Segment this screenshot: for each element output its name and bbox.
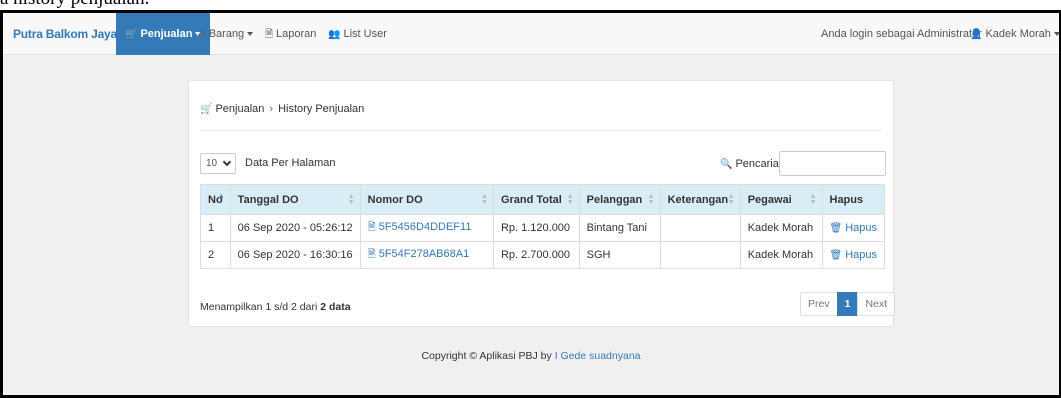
- footer-author-link[interactable]: I Gede suadnyana: [555, 350, 641, 362]
- user-icon: 👤: [970, 29, 983, 40]
- chevron-down-icon: [222, 157, 232, 167]
- page-length-value: 10: [206, 158, 218, 169]
- trash-icon: 🗑: [829, 223, 843, 234]
- navbar: Putra Balkom Jaya 🛒 Penjualan ◇ Barang 🗎 La…: [3, 13, 1059, 55]
- history-panel: 🛒 Penjualan › History Penjualan 10 Data Per…: [188, 80, 896, 327]
- page-length-select[interactable]: 10: [200, 153, 236, 174]
- divider: [200, 130, 882, 131]
- prev-page-button[interactable]: Prev: [800, 292, 838, 316]
- search-icon: 🔍: [720, 159, 733, 170]
- cell-hapus: 🗑 Hapus: [821, 214, 885, 242]
- column-header-pegawai[interactable]: Pegawai ▲ ▼: [739, 184, 823, 215]
- breadcrumb-current: History Penjualan: [278, 103, 365, 115]
- sort-icon: ▲ ▼: [647, 193, 655, 206]
- sort-icon: ▲ ▼: [566, 193, 574, 206]
- next-page-button[interactable]: Next: [857, 292, 896, 316]
- breadcrumb-separator-icon: ›: [269, 103, 274, 115]
- nav-barang-dropdown[interactable]: ◇ Barang: [198, 13, 254, 55]
- cell-grand-total: Rp. 2.700.000: [492, 241, 580, 269]
- nav-penjualan-dropdown[interactable]: 🛒 Penjualan: [116, 13, 211, 55]
- sort-icon: ▲ ▼: [727, 193, 735, 206]
- page-1-button[interactable]: 1: [836, 292, 859, 316]
- nav-penjualan-label: Penjualan: [140, 28, 193, 40]
- table-row: 1 06 Sep 2020 - 05:26:12 🗎 5F5456D4DDEF11…: [200, 214, 885, 242]
- footer: Copyright © Aplikasi PBJ by I Gede suadn…: [3, 350, 1059, 362]
- brand-link[interactable]: Putra Balkom Jaya: [13, 13, 117, 55]
- cell-no: 1: [200, 214, 231, 242]
- cell-pelanggan: Bintang Tani: [578, 214, 661, 242]
- sort-icon: ▲ ▼: [481, 193, 488, 206]
- cell-tanggal: 06 Sep 2020 - 05:26:12: [229, 214, 361, 242]
- cell-pelanggan: SGH: [578, 241, 661, 269]
- login-status-text: Anda login sebagai Administrator: [821, 28, 982, 40]
- sort-icon: ▲ ▼: [347, 193, 355, 206]
- cell-pegawai: Kadek Morah: [739, 214, 823, 242]
- cell-no: 2: [200, 241, 231, 269]
- search-input[interactable]: [779, 151, 886, 176]
- column-header-tanggal[interactable]: Tanggal DO ▲ ▼: [229, 184, 361, 215]
- users-icon: 👥: [328, 29, 341, 40]
- caret-down-icon: [247, 32, 254, 37]
- column-header-grand-total[interactable]: Grand Total ▲ ▼: [492, 184, 580, 215]
- column-header-keterangan[interactable]: Keterangan ▲ ▼: [659, 184, 741, 215]
- user-name: Kadek Morah: [985, 28, 1051, 40]
- column-header-nomor[interactable]: Nomor DO ▲ ▼: [359, 184, 494, 215]
- cell-nomor: 🗎 5F54F278AB68A1: [359, 241, 494, 269]
- sort-asc-icon: ▲: [217, 193, 225, 200]
- trash-icon: 🗑: [829, 250, 843, 261]
- table-info-total: 2 data: [320, 301, 351, 313]
- browser-frame: Putra Balkom Jaya 🛒 Penjualan ◇ Barang 🗎 La…: [0, 10, 1061, 398]
- cell-hapus: 🗑 Hapus: [821, 241, 885, 269]
- user-menu-dropdown[interactable]: 👤 Kadek Morah: [970, 13, 1059, 55]
- breadcrumb-root[interactable]: Penjualan: [215, 103, 264, 115]
- nav-laporan-link[interactable]: 🗎 Laporan: [265, 13, 316, 55]
- cell-keterangan: [659, 214, 741, 242]
- nomor-do-link[interactable]: 🗎 5F54F278AB68A1: [368, 248, 470, 260]
- cell-pegawai: Kadek Morah: [739, 241, 823, 269]
- cart-icon: 🛒: [125, 29, 138, 40]
- file-icon: 🗎: [367, 248, 376, 260]
- file-icon: 🗎: [367, 221, 376, 233]
- table-header-row: No ▲ Tanggal DO ▲ ▼ Nomor DO ▲ ▼ Grand Total ▲…: [200, 184, 885, 215]
- nav-list-user-label: List User: [343, 28, 387, 40]
- table-row: 2 06 Sep 2020 - 16:30:16 🗎 5F54F278AB68A1…: [200, 241, 885, 269]
- barcode-icon: ◇: [198, 29, 206, 40]
- page-length-label: Data Per Halaman: [245, 157, 336, 169]
- hapus-link[interactable]: 🗑 Hapus: [830, 249, 878, 261]
- document-caption: a history penjualan.: [0, 0, 1061, 10]
- sort-icon: ▲ ▼: [809, 193, 817, 206]
- nav-list-user-link[interactable]: 👥 List User: [328, 13, 387, 55]
- pagination: Prev 1 Next: [800, 292, 896, 316]
- caret-down-icon: [1053, 32, 1059, 37]
- breadcrumb: 🛒 Penjualan › History Penjualan: [200, 103, 364, 115]
- cell-tanggal: 06 Sep 2020 - 16:30:16: [229, 241, 361, 269]
- column-header-no[interactable]: No ▲: [200, 184, 231, 215]
- cell-keterangan: [659, 241, 741, 269]
- column-header-pelanggan[interactable]: Pelanggan ▲ ▼: [578, 184, 661, 215]
- column-header-hapus: Hapus: [821, 184, 885, 215]
- cart-icon: 🛒: [200, 104, 213, 115]
- cell-nomor: 🗎 5F5456D4DDEF11: [359, 214, 494, 242]
- table-info-prefix: Menampilkan 1 s/d 2 dari: [200, 301, 321, 313]
- footer-text: Copyright © Aplikasi PBJ by: [421, 350, 555, 362]
- nav-laporan-label: Laporan: [276, 28, 317, 40]
- nav-barang-label: Barang: [208, 28, 245, 40]
- hapus-link[interactable]: 🗑 Hapus: [830, 222, 878, 234]
- nomor-do-link[interactable]: 🗎 5F5456D4DDEF11: [368, 221, 472, 233]
- history-table: No ▲ Tanggal DO ▲ ▼ Nomor DO ▲ ▼ Grand Total ▲…: [200, 184, 885, 269]
- cell-grand-total: Rp. 1.120.000: [492, 214, 580, 242]
- table-info: Menampilkan 1 s/d 2 dari 2 data: [200, 301, 351, 313]
- file-icon: 🗎: [265, 29, 274, 40]
